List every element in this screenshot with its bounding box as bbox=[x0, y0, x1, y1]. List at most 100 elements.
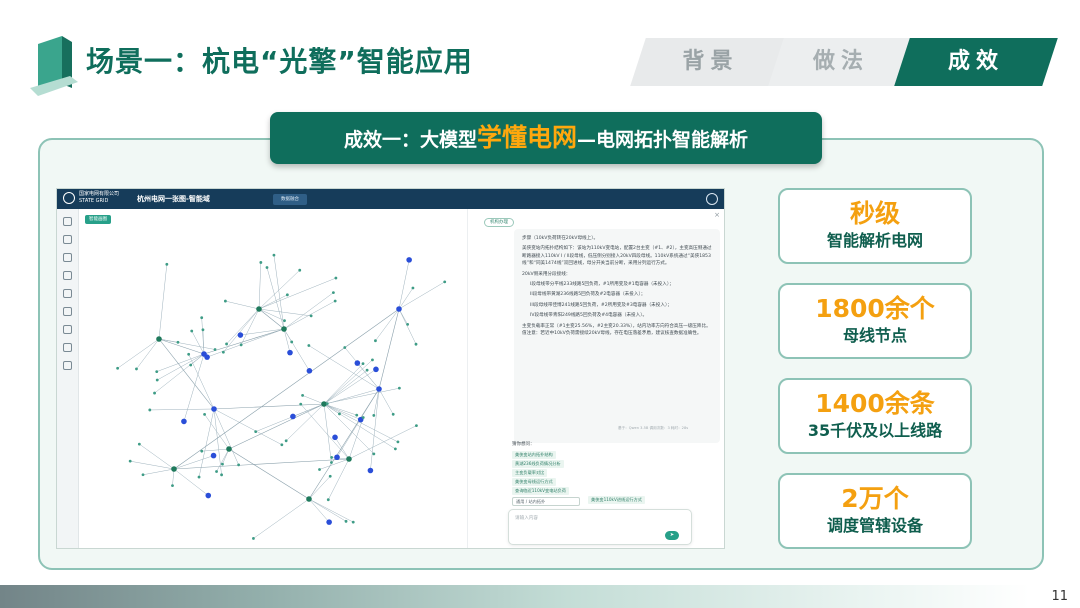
folder-icon[interactable] bbox=[63, 289, 72, 298]
graph-node[interactable] bbox=[189, 363, 193, 367]
graph-node[interactable] bbox=[331, 291, 335, 295]
graph-node[interactable] bbox=[259, 261, 263, 264]
graph-node[interactable] bbox=[171, 466, 177, 472]
settings-icon[interactable] bbox=[63, 325, 72, 334]
graph-node[interactable] bbox=[213, 348, 217, 351]
graph-node[interactable] bbox=[135, 367, 138, 371]
graph-node[interactable] bbox=[201, 328, 205, 332]
graph-node[interactable] bbox=[284, 439, 288, 443]
graph-node[interactable] bbox=[376, 386, 382, 392]
graph-node[interactable] bbox=[306, 496, 312, 502]
graph-node[interactable] bbox=[414, 342, 418, 346]
graph-node[interactable] bbox=[355, 413, 359, 417]
topology-graph[interactable]: 智能画图 bbox=[79, 209, 467, 548]
graph-node[interactable] bbox=[372, 452, 376, 456]
graph-node[interactable] bbox=[318, 468, 321, 471]
home-icon[interactable] bbox=[63, 217, 72, 226]
graph-node[interactable] bbox=[283, 319, 286, 323]
graph-node[interactable] bbox=[290, 413, 296, 420]
graph-node[interactable] bbox=[280, 443, 284, 447]
graph-node[interactable] bbox=[333, 299, 337, 303]
graph-node[interactable] bbox=[326, 519, 332, 525]
topology-icon[interactable] bbox=[63, 343, 72, 352]
graph-node[interactable] bbox=[225, 342, 228, 346]
suggestion-chip[interactable]: 主变负载率对比 bbox=[512, 469, 548, 477]
chart-icon[interactable] bbox=[63, 307, 72, 316]
graph-node[interactable] bbox=[290, 340, 294, 344]
graph-node[interactable] bbox=[365, 368, 369, 372]
graph-node[interactable] bbox=[361, 362, 365, 366]
graph-node[interactable] bbox=[328, 474, 332, 478]
graph-node[interactable] bbox=[301, 393, 304, 397]
graph-node[interactable] bbox=[326, 498, 330, 502]
graph-node[interactable] bbox=[256, 306, 262, 312]
tab-background[interactable]: 背景 bbox=[630, 38, 791, 86]
graph-node[interactable] bbox=[334, 454, 340, 461]
graph-node[interactable] bbox=[165, 262, 169, 266]
graph-node[interactable] bbox=[155, 370, 159, 374]
graph-node[interactable] bbox=[197, 475, 201, 479]
graph-node[interactable] bbox=[351, 520, 355, 524]
suggestion-chip[interactable]: 查询临近110kV变电站负荷 bbox=[512, 487, 569, 495]
graph-node[interactable] bbox=[306, 368, 313, 374]
graph-node[interactable] bbox=[221, 350, 225, 354]
graph-node[interactable] bbox=[298, 268, 302, 272]
model-select[interactable]: 通用 / 站内拓扑 bbox=[512, 497, 580, 506]
graph-node[interactable] bbox=[372, 414, 376, 417]
graph-node[interactable] bbox=[190, 329, 194, 333]
graph-node[interactable] bbox=[309, 314, 313, 318]
graph-node[interactable] bbox=[137, 442, 141, 446]
chat-input[interactable]: 请输入内容 bbox=[508, 509, 692, 545]
graph-node[interactable] bbox=[373, 366, 379, 373]
graph-node[interactable] bbox=[272, 253, 276, 257]
graph-node[interactable] bbox=[396, 306, 402, 312]
graph-node[interactable] bbox=[307, 344, 311, 347]
graph-node[interactable] bbox=[411, 286, 415, 290]
app-top-tab[interactable]: 数据融合 bbox=[273, 194, 307, 205]
graph-node[interactable] bbox=[223, 299, 227, 303]
suggestion-chip[interactable]: 美侠变110kV进线运行方式 bbox=[588, 496, 645, 504]
graph-node[interactable] bbox=[226, 446, 232, 452]
layers-icon[interactable] bbox=[63, 235, 72, 244]
graph-node[interactable] bbox=[285, 293, 289, 297]
graph-node[interactable] bbox=[397, 386, 401, 390]
graph-node[interactable] bbox=[237, 332, 244, 338]
graph-node[interactable] bbox=[367, 467, 374, 474]
graph-node[interactable] bbox=[220, 473, 223, 477]
graph-node[interactable] bbox=[443, 280, 447, 284]
suggestion-chip[interactable]: 美侠变母线运行方式 bbox=[512, 478, 556, 486]
graph-node[interactable] bbox=[252, 537, 255, 540]
graph-node[interactable] bbox=[346, 456, 352, 462]
send-button[interactable]: ➤ bbox=[665, 531, 679, 540]
graph-node[interactable] bbox=[210, 452, 217, 459]
tab-results[interactable]: 成效 bbox=[894, 38, 1058, 86]
grid-icon[interactable] bbox=[63, 271, 72, 280]
graph-node[interactable] bbox=[344, 519, 348, 523]
graph-node[interactable] bbox=[171, 484, 174, 488]
graph-node[interactable] bbox=[215, 470, 218, 473]
graph-node[interactable] bbox=[203, 412, 206, 416]
graph-node[interactable] bbox=[334, 276, 338, 280]
graph-node[interactable] bbox=[205, 492, 212, 499]
graph-node[interactable] bbox=[332, 434, 338, 441]
graph-node[interactable] bbox=[128, 459, 132, 463]
graph-node[interactable] bbox=[406, 257, 412, 263]
graph-tag[interactable]: 智能画图 bbox=[85, 215, 111, 224]
graph-node[interactable] bbox=[204, 354, 210, 360]
graph-node[interactable] bbox=[181, 418, 187, 425]
chat-mode-pill[interactable]: 机构办理 bbox=[484, 218, 514, 227]
graph-node[interactable] bbox=[156, 336, 162, 342]
graph-node[interactable] bbox=[187, 352, 191, 356]
graph-node[interactable] bbox=[211, 406, 217, 412]
graph-node[interactable] bbox=[371, 358, 374, 362]
tab-approach[interactable]: 做法 bbox=[768, 38, 914, 86]
graph-node[interactable] bbox=[406, 322, 410, 326]
graph-node[interactable] bbox=[281, 326, 287, 332]
graph-node[interactable] bbox=[265, 266, 269, 269]
close-icon[interactable]: × bbox=[714, 211, 720, 219]
graph-node[interactable] bbox=[415, 424, 418, 428]
graph-node[interactable] bbox=[299, 402, 303, 406]
suggestion-chip[interactable]: 美侠变站内拓扑结构 bbox=[512, 451, 556, 459]
user-avatar-icon[interactable] bbox=[706, 193, 718, 205]
graph-node[interactable] bbox=[200, 449, 204, 453]
